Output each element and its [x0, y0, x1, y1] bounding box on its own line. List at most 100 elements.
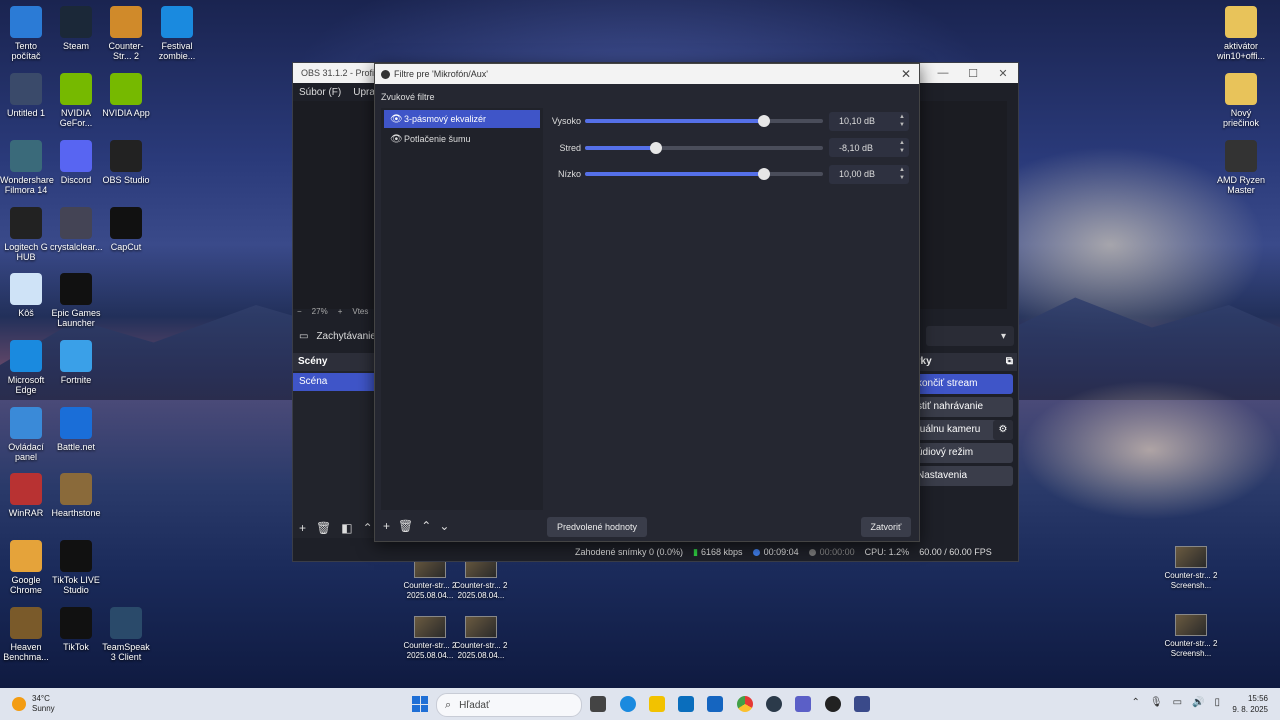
desktop-file[interactable]: Counter-str... 2 Screensh...	[1163, 614, 1219, 659]
start-recording-button[interactable]: stiť nahrávanie	[911, 397, 1013, 417]
edge-icon[interactable]	[620, 696, 636, 712]
scene-item[interactable]: Scéna	[293, 373, 375, 391]
desktop-icon[interactable]: Steam	[50, 6, 102, 51]
desktop-icon[interactable]: Logitech G HUB	[0, 207, 52, 262]
band-value-spinbox[interactable]: -8,10 dB ▲ ▼	[829, 138, 909, 158]
microphone-icon[interactable]: 🎙	[1150, 697, 1163, 708]
desktop-icon[interactable]: Google Chrome	[0, 540, 52, 595]
desktop-icon[interactable]: Battle.net	[50, 407, 102, 452]
close-icon[interactable]: ✕	[901, 67, 911, 81]
desktop-file[interactable]: Counter-str... 2 2025.08.04...	[453, 556, 509, 601]
defaults-button[interactable]: Predvolené hodnoty	[547, 517, 647, 537]
desktop-file[interactable]: Counter-str... 2 2025.08.04...	[453, 616, 509, 661]
undock-icon[interactable]: ⧉	[1006, 353, 1013, 371]
band-slider[interactable]	[585, 115, 823, 128]
zoom-in-icon[interactable]: +	[338, 307, 343, 316]
close-button[interactable]: Zatvoriť	[861, 517, 911, 537]
clock[interactable]: 15:56 9. 8. 2025	[1232, 693, 1268, 715]
filter-item-eq[interactable]: 👁 3-pásmový ekvalizér	[384, 110, 540, 128]
eye-icon[interactable]: 👁	[390, 134, 404, 145]
desktop-icon[interactable]: Tento počítač	[0, 6, 52, 61]
desktop-icon[interactable]: Discord	[50, 140, 102, 185]
trash-icon[interactable]: 🗑	[398, 519, 413, 533]
studio-mode-button[interactable]: údiový režim	[911, 443, 1013, 463]
filmora-icon[interactable]	[854, 696, 870, 712]
desktop-icon-label: Tento počítač	[11, 41, 41, 61]
desktop-icon[interactable]: Ovládací panel	[0, 407, 52, 462]
virtual-camera-button[interactable]: tuálnu kameru ⚙	[911, 420, 1013, 440]
outlook-icon[interactable]	[707, 696, 723, 712]
chevron-up-icon[interactable]: ⌃	[363, 521, 373, 535]
volume-icon[interactable]: 🔊	[1192, 697, 1204, 708]
band-value-spinbox[interactable]: 10,10 dB ▲ ▼	[829, 111, 909, 131]
desktop-icon[interactable]: TikTok	[50, 607, 102, 652]
maximize-icon[interactable]: ☐	[958, 67, 988, 80]
desktop-icon[interactable]: NVIDIA GeFor...	[50, 73, 102, 128]
slider-handle[interactable]	[649, 141, 662, 154]
desktop-icon[interactable]: OBS Studio	[100, 140, 152, 185]
chrome-icon[interactable]	[737, 696, 753, 712]
network-icon[interactable]: ▭	[1173, 697, 1182, 708]
add-icon[interactable]: +	[383, 519, 390, 533]
spin-arrows-icon[interactable]: ▲ ▼	[899, 113, 905, 129]
menu-file[interactable]: Súbor (F)	[299, 87, 341, 98]
desktop-icon[interactable]: crystalclear...	[50, 207, 103, 252]
chevron-down-icon[interactable]: ⌄	[439, 519, 449, 533]
desktop-icon[interactable]: Fortnite	[50, 340, 102, 385]
desktop-icon[interactable]: TeamSpeak 3 Client	[100, 607, 152, 662]
desktop-icon[interactable]: aktivátor win10+offi...	[1215, 6, 1267, 61]
filter-icon[interactable]: ◧	[341, 521, 352, 535]
desktop-icon[interactable]: CapCut	[100, 207, 152, 252]
task-view-icon[interactable]	[590, 696, 606, 712]
weather-widget[interactable]: 34°C Sunny	[12, 694, 55, 714]
close-icon[interactable]: ✕	[988, 67, 1018, 80]
band-slider[interactable]	[585, 141, 823, 154]
battery-icon[interactable]: ▯	[1214, 697, 1220, 708]
eye-icon[interactable]: 👁	[390, 114, 404, 125]
desktop-icon[interactable]: Nový priečinok	[1215, 73, 1267, 128]
slider-handle[interactable]	[758, 115, 771, 128]
minimize-icon[interactable]: —	[928, 67, 958, 80]
zoom-out-icon[interactable]: −	[297, 307, 302, 316]
obs-icon[interactable]	[825, 696, 841, 712]
desktop-icon[interactable]: WinRAR	[0, 473, 52, 518]
desktop-icon[interactable]: Wondershare Filmora 14	[0, 140, 54, 195]
dialog-titlebar[interactable]: Filtre pre 'Mikrofón/Aux' ✕	[375, 64, 919, 84]
desktop-icon[interactable]: TikTok LIVE Studio	[50, 540, 102, 595]
desktop-file[interactable]: Counter-str... 2 2025.08.04...	[402, 556, 458, 601]
band-slider[interactable]	[585, 168, 823, 181]
desktop-icon[interactable]: Hearthstone	[50, 473, 102, 518]
search-box[interactable]: ⌕ Hľadať	[436, 693, 582, 717]
trash-icon[interactable]: 🗑	[316, 521, 331, 535]
desktop-icon[interactable]: Epic Games Launcher	[50, 273, 102, 328]
desktop-icon[interactable]: Festival zombie...	[151, 6, 203, 61]
file-explorer-icon[interactable]	[649, 696, 665, 712]
gear-icon[interactable]: ⚙	[993, 420, 1013, 440]
rec-time: 00:00:00	[808, 547, 855, 557]
desktop-icon[interactable]: Heaven Benchma...	[0, 607, 52, 662]
band-label: Vysoko	[551, 116, 581, 127]
filter-item-noise-suppression[interactable]: 👁 Potlačenie šumu	[384, 130, 540, 148]
band-value-spinbox[interactable]: 10,00 dB ▲ ▼	[829, 164, 909, 184]
desktop-file[interactable]: Counter-str... 2 Screensh...	[1163, 546, 1219, 591]
spin-arrows-icon[interactable]: ▲ ▼	[899, 166, 905, 182]
desktop-file[interactable]: Counter-str... 2 2025.08.04...	[402, 616, 458, 661]
slider-handle[interactable]	[757, 168, 770, 181]
start-button[interactable]	[412, 696, 428, 712]
teams-icon[interactable]	[795, 696, 811, 712]
desktop-icon[interactable]: Kôš	[0, 273, 52, 318]
desktop-icon[interactable]: NVIDIA App	[100, 73, 152, 118]
settings-button[interactable]: Nastavenia	[911, 466, 1013, 486]
spin-arrows-icon[interactable]: ▲ ▼	[899, 139, 905, 155]
desktop-icon[interactable]: Counter-Str... 2	[100, 6, 152, 61]
add-icon[interactable]: +	[299, 521, 306, 535]
desktop-icon[interactable]: Microsoft Edge	[0, 340, 52, 395]
stop-stream-button[interactable]: končiť stream	[911, 374, 1013, 394]
store-icon[interactable]	[678, 696, 694, 712]
steam-icon[interactable]	[766, 696, 782, 712]
chevron-up-icon[interactable]: ⌃	[1131, 697, 1139, 708]
desktop-icon[interactable]: AMD Ryzen Master	[1215, 140, 1267, 195]
chevron-up-icon[interactable]: ⌃	[421, 519, 431, 533]
desktop-icon[interactable]: Untitled 1	[0, 73, 52, 118]
source-dropdown[interactable]: ▾	[926, 326, 1014, 346]
